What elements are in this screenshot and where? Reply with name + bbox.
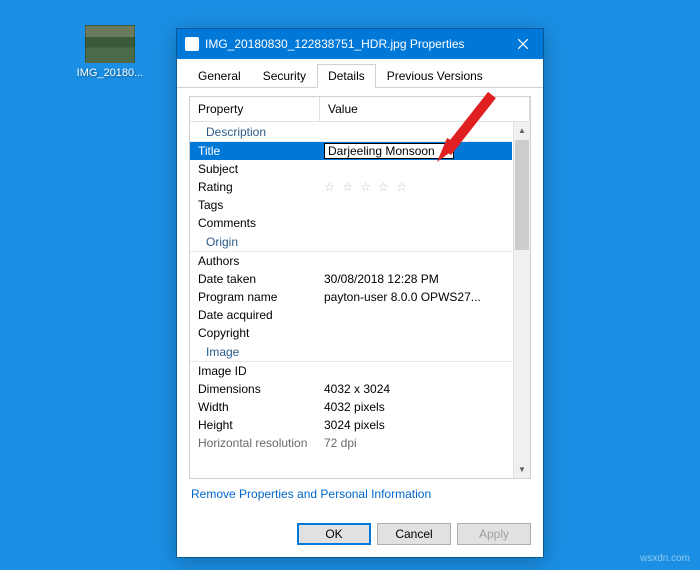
label-height: Height [190,417,320,433]
ok-button[interactable]: OK [297,523,371,545]
value-copyright [320,332,512,334]
row-rating[interactable]: Rating ☆ ☆ ☆ ☆ ☆ [190,178,512,196]
close-button[interactable] [503,29,543,59]
tab-general[interactable]: General [187,64,252,88]
label-program-name: Program name [190,289,320,305]
tab-details[interactable]: Details [317,64,376,88]
label-width: Width [190,399,320,415]
label-tags: Tags [190,197,320,213]
row-program-name[interactable]: Program name payton-user 8.0.0 OPWS27... [190,288,512,306]
properties-panel: Property Value Description Title Subject [189,96,531,479]
value-date-taken: 30/08/2018 12:28 PM [320,271,512,287]
value-dimensions: 4032 x 3024 [320,381,512,397]
tab-previous-versions[interactable]: Previous Versions [376,64,494,88]
section-image: Image [190,342,512,362]
row-title[interactable]: Title [190,142,512,160]
row-tags[interactable]: Tags [190,196,512,214]
properties-scroll[interactable]: Description Title Subject Rating ☆ ☆ ☆ ☆… [190,122,530,478]
row-width[interactable]: Width 4032 pixels [190,398,512,416]
cancel-button[interactable]: Cancel [377,523,451,545]
row-copyright[interactable]: Copyright [190,324,512,342]
vertical-scrollbar[interactable]: ▲ ▼ [513,122,530,478]
label-authors: Authors [190,253,320,269]
label-dimensions: Dimensions [190,381,320,397]
value-height: 3024 pixels [320,417,512,433]
properties-header: Property Value [190,97,530,122]
row-dimensions[interactable]: Dimensions 4032 x 3024 [190,380,512,398]
value-width: 4032 pixels [320,399,512,415]
label-date-taken: Date taken [190,271,320,287]
row-subject[interactable]: Subject [190,160,512,178]
tab-security[interactable]: Security [252,64,317,88]
file-label: IMG_20180... [75,67,145,79]
label-date-acquired: Date acquired [190,307,320,323]
tab-bar: General Security Details Previous Versio… [177,59,543,88]
row-authors[interactable]: Authors [190,252,512,270]
row-date-taken[interactable]: Date taken 30/08/2018 12:28 PM [190,270,512,288]
apply-button[interactable]: Apply [457,523,531,545]
remove-properties-link[interactable]: Remove Properties and Personal Informati… [189,479,531,505]
value-program-name: payton-user 8.0.0 OPWS27... [320,289,512,305]
value-comments [320,222,512,224]
dialog-buttons: OK Cancel Apply [177,513,543,557]
title-input[interactable] [324,143,454,159]
value-image-id [320,370,512,372]
watermark: wsxdn.com [640,553,690,564]
label-title: Title [190,143,320,159]
row-comments[interactable]: Comments [190,214,512,232]
value-hres: 72 dpi [320,435,512,451]
window-title: IMG_20180830_122838751_HDR.jpg Propertie… [205,37,503,51]
column-property[interactable]: Property [190,97,320,121]
label-comments: Comments [190,215,320,231]
row-horizontal-resolution[interactable]: Horizontal resolution 72 dpi [190,434,512,452]
row-height[interactable]: Height 3024 pixels [190,416,512,434]
scrollbar-thumb[interactable] [515,140,529,250]
scroll-up-arrow[interactable]: ▲ [514,122,530,139]
properties-dialog: IMG_20180830_122838751_HDR.jpg Propertie… [176,28,544,558]
file-thumbnail [85,25,135,63]
value-authors [320,260,512,262]
titlebar[interactable]: IMG_20180830_122838751_HDR.jpg Propertie… [177,29,543,59]
value-subject [320,168,512,170]
rating-stars[interactable]: ☆ ☆ ☆ ☆ ☆ [320,179,512,195]
value-tags [320,204,512,206]
column-value[interactable]: Value [320,97,530,121]
value-date-acquired [320,314,512,316]
close-icon [518,39,528,49]
label-image-id: Image ID [190,363,320,379]
scroll-down-arrow[interactable]: ▼ [514,461,530,478]
section-origin: Origin [190,232,512,252]
label-rating: Rating [190,179,320,195]
desktop-file-icon[interactable]: IMG_20180... [75,25,145,79]
label-subject: Subject [190,161,320,177]
properties-body: Description Title Subject Rating ☆ ☆ ☆ ☆… [190,122,530,478]
tab-content: Property Value Description Title Subject [177,88,543,513]
row-image-id[interactable]: Image ID [190,362,512,380]
label-copyright: Copyright [190,325,320,341]
file-type-icon [185,37,199,51]
label-hres: Horizontal resolution [190,435,320,451]
section-description: Description [190,122,512,142]
row-date-acquired[interactable]: Date acquired [190,306,512,324]
